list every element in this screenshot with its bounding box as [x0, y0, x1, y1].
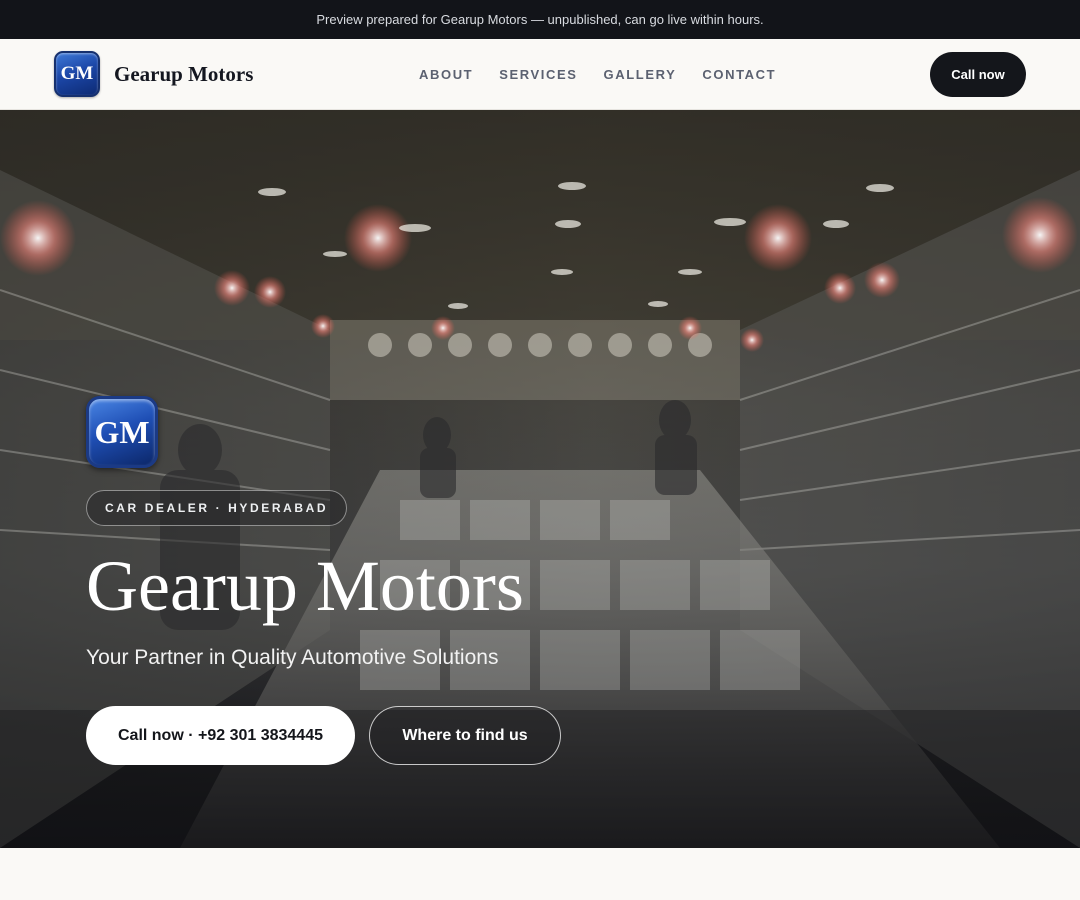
- site-header: GM Gearup Motors ABOUT SERVICES GALLERY …: [0, 39, 1080, 110]
- hero-call-button[interactable]: Call now · +92 301 3834445: [86, 706, 355, 765]
- hero-subtitle: Your Partner in Quality Automotive Solut…: [86, 646, 499, 669]
- preview-banner: Preview prepared for Gearup Motors — unp…: [0, 0, 1080, 39]
- main-nav: ABOUT SERVICES GALLERY CONTACT: [419, 39, 802, 109]
- nav-link-gallery[interactable]: GALLERY: [604, 67, 677, 82]
- brand-logo-initials: GM: [60, 63, 94, 84]
- nav-link-contact[interactable]: CONTACT: [702, 67, 776, 82]
- hero-logo-initials: GM: [94, 413, 150, 450]
- brand-name: Gearup Motors: [114, 61, 254, 86]
- hero-logo-icon: GM: [86, 396, 158, 468]
- nav-link-about[interactable]: ABOUT: [419, 67, 473, 82]
- hero-title: Gearup Motors: [86, 546, 524, 626]
- hero-cta-row: Call now · +92 301 3834445 Where to find…: [86, 706, 561, 765]
- header-call-button[interactable]: Call now: [930, 52, 1026, 97]
- preview-banner-text: Preview prepared for Gearup Motors — unp…: [316, 12, 764, 27]
- find-us-button[interactable]: Where to find us: [369, 706, 561, 765]
- category-badge: CAR DEALER · HYDERABAD: [86, 490, 348, 526]
- brand[interactable]: GM Gearup Motors: [54, 51, 253, 97]
- brand-logo-icon: GM: [54, 51, 100, 97]
- nav-link-services[interactable]: SERVICES: [499, 67, 577, 82]
- hero-content: GM CAR DEALER · HYDERABAD Gearup Motors …: [86, 396, 561, 765]
- hero-section: GM CAR DEALER · HYDERABAD Gearup Motors …: [0, 110, 1080, 848]
